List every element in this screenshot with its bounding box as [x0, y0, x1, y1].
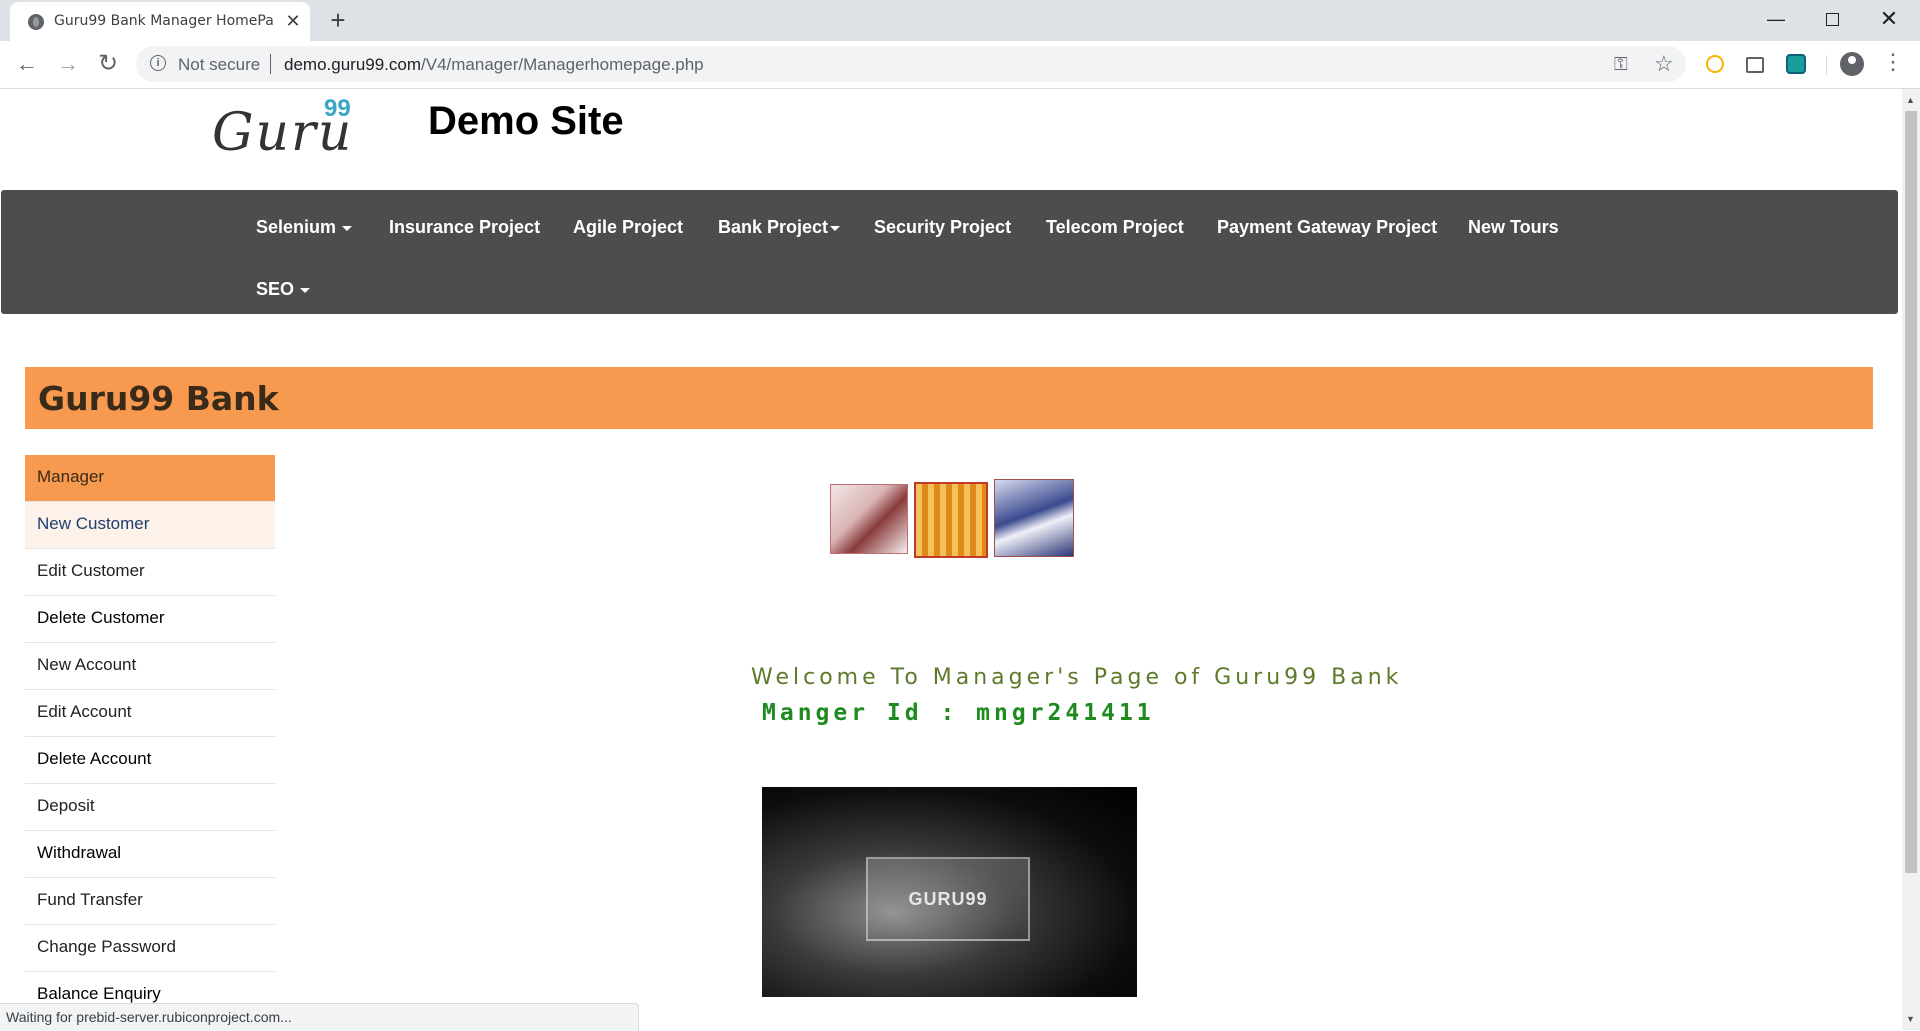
- back-icon[interactable]: ←: [12, 49, 42, 79]
- kebab-menu-icon[interactable]: ⋮: [1882, 50, 1904, 74]
- promo-text: GURU99: [908, 889, 988, 909]
- nav-bank-project[interactable]: Bank Project: [718, 217, 841, 238]
- glass-card: GURU99: [866, 857, 1030, 941]
- url-path: /V4/manager/Managerhomepage.php: [421, 55, 704, 74]
- nav-payment-gateway-project[interactable]: Payment Gateway Project: [1217, 217, 1437, 238]
- reload-icon[interactable]: ↻: [93, 49, 123, 79]
- nav-label: SEO: [256, 279, 295, 299]
- sidebar-item-fund-transfer[interactable]: Fund Transfer: [25, 878, 275, 925]
- status-bubble: Waiting for prebid-server.rubiconproject…: [0, 1003, 639, 1031]
- caret-down-icon: [300, 287, 311, 293]
- star-icon[interactable]: ☆: [1654, 51, 1674, 77]
- sidebar-item-new-customer[interactable]: New Customer: [25, 502, 275, 549]
- bank-header: Guru99 Bank: [25, 367, 1873, 429]
- sidebar-item-change-password[interactable]: Change Password: [25, 925, 275, 972]
- sidebar-item-delete-account[interactable]: Delete Account: [25, 737, 275, 784]
- sidebar-item-new-account[interactable]: New Account: [25, 643, 275, 690]
- sidebar-item-edit-customer[interactable]: Edit Customer: [25, 549, 275, 596]
- nav-selenium[interactable]: Selenium: [256, 217, 353, 238]
- site-title: Demo Site: [428, 99, 624, 143]
- status-text: Waiting for prebid-server.rubiconproject…: [6, 1009, 292, 1025]
- sidebar-item-deposit[interactable]: Deposit: [25, 784, 275, 831]
- browser-toolbar: ← → ↻ i Not secure demo.guru99.com/V4/ma…: [0, 41, 1920, 89]
- sidebar-item-label: Edit Account: [37, 702, 132, 721]
- new-tab-button[interactable]: +: [324, 6, 352, 34]
- nav-label: Bank Project: [718, 217, 829, 237]
- nav-insurance-project[interactable]: Insurance Project: [389, 217, 540, 238]
- nav-label: Selenium: [256, 217, 337, 237]
- logo-superscript: 99: [324, 95, 351, 122]
- bank-title: Guru99 Bank: [38, 379, 279, 418]
- tab-title: Guru99 Bank Manager HomePage: [54, 13, 274, 29]
- scroll-down-icon[interactable]: ▼: [1906, 1014, 1915, 1024]
- sidebar-item-label: New Customer: [37, 514, 150, 533]
- main-navbar: Selenium Insurance Project Agile Project…: [1, 190, 1898, 314]
- caret-down-icon: [342, 225, 353, 231]
- page-scrollbar[interactable]: ▲ ▼: [1902, 89, 1920, 1030]
- sidebar-item-withdrawal[interactable]: Withdrawal: [25, 831, 275, 878]
- guru99-logo[interactable]: Guru 99: [212, 95, 362, 163]
- url-host: demo.guru99.com: [284, 55, 422, 74]
- bank-banner-images: [830, 479, 1074, 559]
- tab-strip: Guru99 Bank Manager HomePage ✕ + — ✕: [0, 0, 1920, 41]
- maximize-icon[interactable]: [1812, 2, 1852, 36]
- address-bar[interactable]: i Not secure demo.guru99.com/V4/manager/…: [136, 46, 1686, 82]
- sidebar-item-manager[interactable]: Manager: [25, 455, 275, 502]
- banner-image-businessman: [830, 484, 908, 554]
- nav-seo[interactable]: SEO: [256, 279, 311, 300]
- sidebar-item-label: Delete Customer: [37, 608, 165, 627]
- page-viewport: Guru 99 Demo Site Selenium Insurance Pro…: [0, 89, 1902, 1030]
- globe-icon: [28, 14, 44, 30]
- omnibox-separator: [270, 54, 271, 74]
- sidebar-item-label: Deposit: [37, 796, 95, 815]
- sidebar-item-label: Edit Customer: [37, 561, 145, 580]
- nav-agile-project[interactable]: Agile Project: [573, 217, 683, 238]
- forward-icon[interactable]: →: [53, 49, 83, 79]
- scroll-up-icon[interactable]: ▲: [1906, 95, 1915, 105]
- sidebar-item-label: Balance Enquiry: [37, 984, 161, 1003]
- security-label: Not secure: [178, 55, 261, 74]
- window-close-icon[interactable]: ✕: [1869, 2, 1909, 36]
- url-text[interactable]: demo.guru99.com/V4/manager/Managerhomepa…: [284, 55, 704, 75]
- scrollbar-thumb[interactable]: [1905, 111, 1917, 873]
- banner-image-customer: [994, 479, 1074, 557]
- sidebar-item-label: Change Password: [37, 937, 176, 956]
- sidebar-item-label: Manager: [37, 467, 105, 486]
- browser-tab[interactable]: Guru99 Bank Manager HomePage ✕: [10, 2, 310, 41]
- nav-security-project[interactable]: Security Project: [874, 217, 1011, 238]
- banner-image-coins: [914, 482, 988, 558]
- sidebar-item-label: Delete Account: [37, 749, 152, 768]
- sidebar-item-delete-customer[interactable]: Delete Customer: [25, 596, 275, 643]
- info-icon[interactable]: i: [150, 55, 166, 71]
- sidebar-item-edit-account[interactable]: Edit Account: [25, 690, 275, 737]
- toolbar-separator: [1826, 55, 1827, 75]
- promo-image: GURU99: [762, 787, 1137, 997]
- manager-id: Manger Id : mngr241411: [762, 700, 1155, 726]
- extension-icon[interactable]: [1746, 57, 1764, 73]
- nav-telecom-project[interactable]: Telecom Project: [1046, 217, 1184, 238]
- extension-icon[interactable]: [1786, 54, 1806, 74]
- close-icon[interactable]: ✕: [282, 10, 304, 32]
- profile-avatar-icon[interactable]: [1840, 52, 1864, 76]
- sidebar-item-label: Fund Transfer: [37, 890, 143, 909]
- welcome-message: Welcome To Manager's Page of Guru99 Bank: [751, 665, 1403, 690]
- key-icon[interactable]: ⚿: [1614, 54, 1628, 75]
- sidebar-item-label: Withdrawal: [37, 843, 122, 862]
- extension-icon[interactable]: [1706, 55, 1724, 73]
- nav-new-tours[interactable]: New Tours: [1468, 217, 1559, 238]
- sidebar-menu: Manager New Customer Edit Customer Delet…: [25, 455, 275, 1019]
- minimize-icon[interactable]: —: [1756, 2, 1796, 36]
- caret-down-icon: [830, 225, 841, 231]
- sidebar-item-label: New Account: [37, 655, 137, 674]
